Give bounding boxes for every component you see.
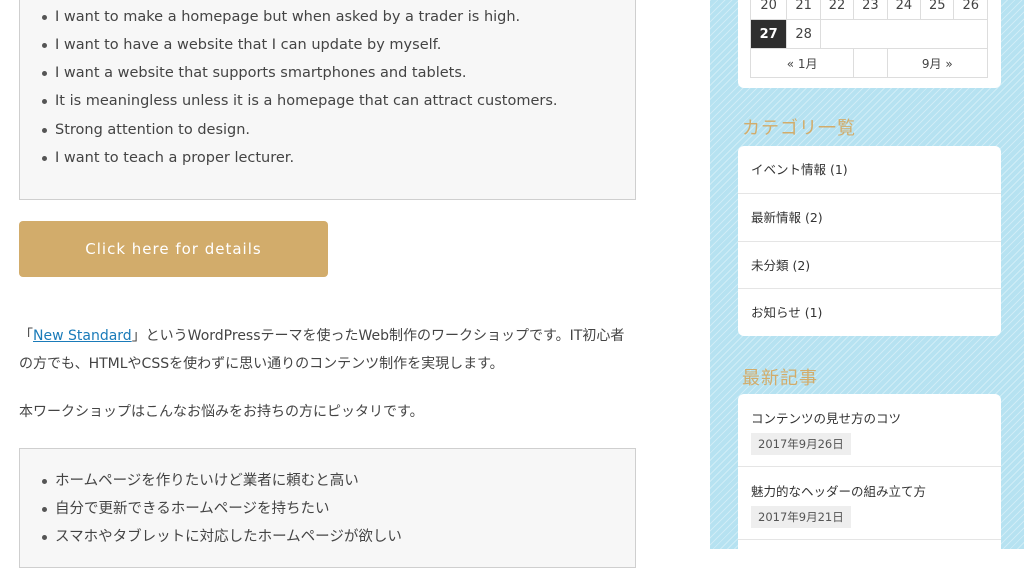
calendar-widget: 20 21 22 23 24 25 26 27 28 « 1月 9月 »	[738, 0, 1001, 88]
list-item: I want a website that supports smartphon…	[42, 65, 467, 81]
list-item: スマホやタブレットに対応したホームページが欲しい	[42, 529, 402, 545]
list-item: I want to make a homepage but when asked…	[41, 9, 521, 25]
calendar-day: 23	[853, 0, 888, 20]
calendar-prev-link[interactable]: « 1月	[749, 48, 855, 78]
calendar-day: 25	[920, 0, 955, 20]
recent-post[interactable]: コンテンツの見せ方のコツ 2017年9月26日	[738, 394, 1001, 467]
calendar-empty	[819, 19, 989, 49]
recent-posts-title: 最新記事	[742, 368, 818, 389]
features-list-box-ja: ホームページを作りたいけど業者に頼むと高い 自分で更新できるホームページを持ちた…	[19, 448, 636, 568]
calendar-today[interactable]: 27	[749, 19, 788, 49]
intro-text-line2: の方でも、HTMLやCSSを使わずに思い通りのコンテンツ制作を実現します。	[19, 356, 504, 372]
calendar-day: 22	[819, 0, 855, 20]
calendar-day: 21	[786, 0, 821, 20]
sidebar: 20 21 22 23 24 25 26 27 28 « 1月 9月 » カテゴ…	[710, 0, 1024, 564]
recent-post[interactable]: 魅力的なヘッダーの組み立て方 2017年9月21日	[738, 467, 1001, 540]
categories-title: カテゴリ一覧	[742, 118, 856, 139]
recent-post-title[interactable]: 魅力的なヘッダーの組み立て方	[751, 481, 1001, 500]
list-item: I want to teach a proper lecturer.	[41, 150, 295, 166]
category-link[interactable]: 未分類 (2)	[738, 242, 1001, 289]
list-item: I want to have a website that I can upda…	[41, 37, 442, 53]
list-item: 自分で更新できるホームページを持ちたい	[41, 501, 330, 517]
category-link[interactable]: 最新情報 (2)	[738, 194, 1001, 242]
calendar-next-link[interactable]: 9月 »	[886, 48, 989, 78]
category-link[interactable]: イベント情報 (1)	[738, 146, 1001, 194]
main-content: I want to make a homepage but when asked…	[0, 0, 700, 568]
list-item: Strong attention to design.	[41, 122, 251, 138]
calendar-table: 20 21 22 23 24 25 26 27 28 « 1月 9月 »	[749, 0, 989, 78]
features-list-box-en: I want to make a homepage but when asked…	[19, 0, 636, 200]
list-item: ホームページを作りたいけど業者に頼むと高い	[42, 473, 359, 489]
intro-paragraph: 「New Standard」というWordPressテーマを使ったWeb制作のワ…	[19, 322, 624, 378]
bracket-text: 「	[19, 328, 33, 344]
calendar-empty	[853, 48, 888, 78]
list-item: It is meaningless unless it is a homepag…	[42, 93, 558, 109]
recent-posts-widget: コンテンツの見せ方のコツ 2017年9月26日 魅力的なヘッダーの組み立て方 2…	[738, 394, 1001, 564]
workshop-paragraph: 本ワークショップはこんなお悩みをお持ちの方にピッタリです。	[19, 404, 424, 420]
calendar-day: 20	[749, 0, 788, 20]
recent-post-title[interactable]: コンテンツの見せ方のコツ	[751, 408, 1001, 427]
recent-post-date: 2017年9月21日	[751, 506, 851, 528]
intro-text-line1: 」というWordPressテーマを使ったWeb制作のワークショップです。IT初心…	[131, 328, 625, 344]
recent-post-date: 2017年9月26日	[751, 433, 851, 455]
details-button[interactable]: Click here for details	[19, 221, 328, 277]
categories-widget: イベント情報 (1) 最新情報 (2) 未分類 (2) お知らせ (1)	[738, 146, 1001, 336]
calendar-day: 26	[953, 0, 988, 20]
category-link[interactable]: お知らせ (1)	[738, 289, 1001, 336]
calendar-day: 24	[886, 0, 922, 20]
calendar-day: 28	[786, 19, 821, 49]
new-standard-link[interactable]: New Standard	[33, 328, 132, 344]
